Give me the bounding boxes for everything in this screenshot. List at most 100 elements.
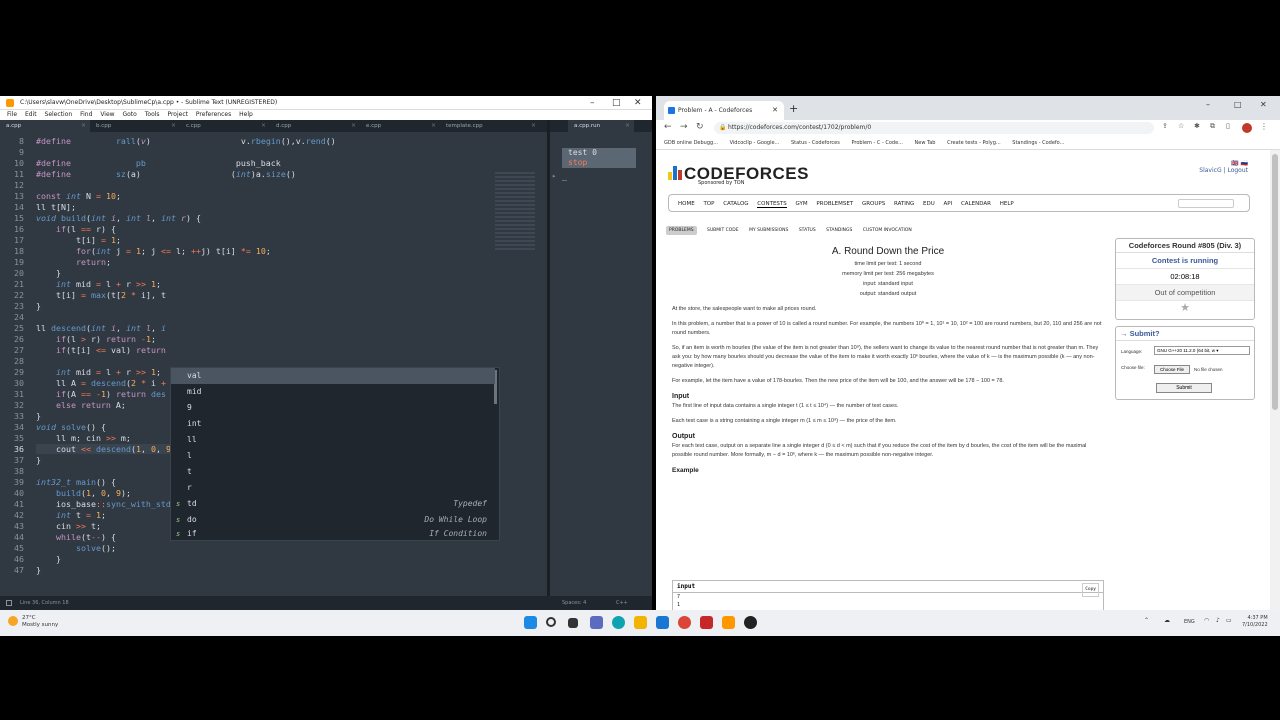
autocomplete-item[interactable]: t xyxy=(171,464,495,480)
more-menu-icon[interactable]: ⋮ xyxy=(1260,122,1268,131)
edge-icon[interactable] xyxy=(612,616,625,629)
autocomplete-item[interactable]: 9 xyxy=(171,400,495,416)
bookmark-item[interactable]: GDB online Debugg... xyxy=(664,140,718,146)
bookmark-item[interactable]: Vidcocllp - Google... xyxy=(730,140,780,146)
autocomplete-item[interactable]: mid xyxy=(171,384,495,400)
autocomplete-item[interactable]: ll xyxy=(171,432,495,448)
scrollbar-thumb[interactable] xyxy=(1272,154,1278,410)
onedrive-icon[interactable]: ☁ xyxy=(1164,617,1170,624)
bookmark-item[interactable]: New Tab xyxy=(915,140,936,146)
store-icon[interactable] xyxy=(656,616,669,629)
share-icon[interactable]: ⇪ xyxy=(1162,122,1168,130)
username-link[interactable]: SlavicG xyxy=(1199,167,1221,174)
round-title[interactable]: Codeforces Round #805 (Div. 3) xyxy=(1116,239,1254,253)
bookmark-star-icon[interactable]: ☆ xyxy=(1178,122,1184,130)
obs-icon[interactable] xyxy=(744,616,757,629)
start-icon[interactable] xyxy=(524,616,537,629)
menu-view[interactable]: View xyxy=(100,111,114,118)
submenu-standings[interactable]: STANDINGS xyxy=(826,228,852,233)
chrome-icon[interactable] xyxy=(678,616,691,629)
tab-e-cpp[interactable]: e.cpp × xyxy=(360,120,440,132)
autocomplete-item[interactable]: l xyxy=(171,448,495,464)
bookmark-item[interactable]: Standings - Codefo... xyxy=(1012,140,1064,146)
tab-close-icon[interactable]: × xyxy=(171,120,176,132)
minimize-icon[interactable]: – xyxy=(590,96,595,110)
autocomplete-item[interactable]: val xyxy=(171,368,495,384)
favourite-star-icon[interactable]: ★ xyxy=(1116,301,1254,316)
task-view-icon[interactable] xyxy=(568,618,578,628)
tab-d-cpp[interactable]: d.cpp × xyxy=(270,120,360,132)
bookmark-item[interactable]: Create tests - Polyg... xyxy=(947,140,1001,146)
choose-file-button[interactable]: Choose File xyxy=(1154,365,1190,374)
minimize-icon[interactable]: – xyxy=(1206,100,1210,109)
new-tab-icon[interactable]: + xyxy=(789,102,798,115)
menu-goto[interactable]: Goto xyxy=(122,111,136,118)
autocomplete-item[interactable]: s td Typedef xyxy=(171,496,495,512)
wifi-icon[interactable]: ◠ xyxy=(1204,617,1209,624)
submenu-my-submissions[interactable]: MY SUBMISSIONS xyxy=(749,228,788,233)
menu-groups[interactable]: GROUPS xyxy=(862,201,885,207)
autocomplete-item[interactable]: r xyxy=(171,480,495,496)
menu-problemset[interactable]: PROBLEMSET xyxy=(816,201,853,207)
menu-project[interactable]: Project xyxy=(167,111,188,118)
menu-rating[interactable]: RATING xyxy=(894,201,914,207)
tab-a-cpp[interactable]: a.cpp × xyxy=(0,120,90,132)
submenu-problems[interactable]: PROBLEMS xyxy=(666,226,697,235)
panel-toggle-icon[interactable] xyxy=(6,600,12,606)
output-pane[interactable]: test 0 stop ▸ _ xyxy=(550,132,652,594)
fold-arrow-icon[interactable]: ▸ xyxy=(552,172,556,180)
maximize-icon[interactable]: □ xyxy=(612,96,621,110)
bookmark-item[interactable]: Status - Codeforces xyxy=(791,140,840,146)
menu-api[interactable]: API xyxy=(944,201,953,207)
weather-widget[interactable]: 27°C Mostly sunny xyxy=(8,615,58,629)
menu-tools[interactable]: Tools xyxy=(145,111,160,118)
tab-close-icon[interactable]: × xyxy=(625,120,630,132)
menu-edit[interactable]: Edit xyxy=(25,111,37,118)
tab-close-icon[interactable]: × xyxy=(531,120,536,132)
menu-help[interactable]: HELP xyxy=(1000,201,1014,207)
autocomplete-item[interactable]: s do Do While Loop xyxy=(171,512,495,528)
file-explorer-icon[interactable] xyxy=(634,616,647,629)
menu-preferences[interactable]: Preferences xyxy=(196,111,231,118)
tab-c-cpp[interactable]: c.cpp × xyxy=(180,120,270,132)
tab-b-cpp[interactable]: b.cpp × xyxy=(90,120,180,132)
close-icon[interactable]: ✕ xyxy=(1260,100,1267,109)
menu-top[interactable]: TOP xyxy=(703,201,714,207)
battery-icon[interactable]: ▭ xyxy=(1226,617,1232,624)
minimap[interactable] xyxy=(495,172,535,252)
bookmark-item[interactable]: Problem - C - Code... xyxy=(851,140,902,146)
menu-home[interactable]: HOME xyxy=(678,201,695,207)
profile-avatar[interactable] xyxy=(1242,123,1252,133)
logout-link[interactable]: Logout xyxy=(1227,167,1248,174)
menu-find[interactable]: Find xyxy=(80,111,92,118)
output-stop-button[interactable]: stop xyxy=(562,158,636,168)
menu-selection[interactable]: Selection xyxy=(45,111,73,118)
volume-icon[interactable]: ♪ xyxy=(1216,617,1220,624)
address-bar[interactable]: 🔒 https://codeforces.com/contest/1702/pr… xyxy=(714,122,1154,134)
language-select[interactable]: GNU G++20 11.2.0 (64 bit, w ▾ xyxy=(1154,346,1250,355)
app-icon[interactable] xyxy=(700,616,713,629)
reload-icon[interactable]: ↻ xyxy=(696,122,704,132)
submenu-status[interactable]: STATUS xyxy=(799,228,816,233)
submenu-custom-invocation[interactable]: CUSTOM INVOCATION xyxy=(863,228,912,233)
extensions-icon[interactable]: ✱ xyxy=(1194,122,1200,130)
language-flags-icon[interactable]: 🇬🇧 🇷🇺 xyxy=(1199,160,1248,167)
indentation-setting[interactable]: Spaces: 4 xyxy=(562,596,586,610)
sublime-taskbar-icon[interactable] xyxy=(722,616,735,629)
menu-contests[interactable]: CONTESTS xyxy=(757,201,787,208)
menu-help[interactable]: Help xyxy=(239,111,253,118)
back-icon[interactable]: ← xyxy=(664,122,672,132)
menu-file[interactable]: File xyxy=(7,111,17,118)
browser-tab[interactable]: Problem - A - Codeforces ✕ xyxy=(664,101,784,120)
tab-template-cpp[interactable]: template.cpp × xyxy=(440,120,540,132)
tab-close-icon[interactable]: × xyxy=(261,120,266,132)
menu-gym[interactable]: GYM xyxy=(796,201,808,207)
search-icon[interactable] xyxy=(546,617,556,627)
close-icon[interactable]: ✕ xyxy=(634,96,642,110)
input-language[interactable]: ENG xyxy=(1184,619,1195,625)
tab-close-icon[interactable]: × xyxy=(81,120,86,132)
tab-close-icon[interactable]: ✕ xyxy=(772,101,778,120)
chat-icon[interactable] xyxy=(590,616,603,629)
puzzle-icon[interactable]: ⧉ xyxy=(1210,122,1215,131)
syntax-setting[interactable]: C++ xyxy=(616,596,628,610)
